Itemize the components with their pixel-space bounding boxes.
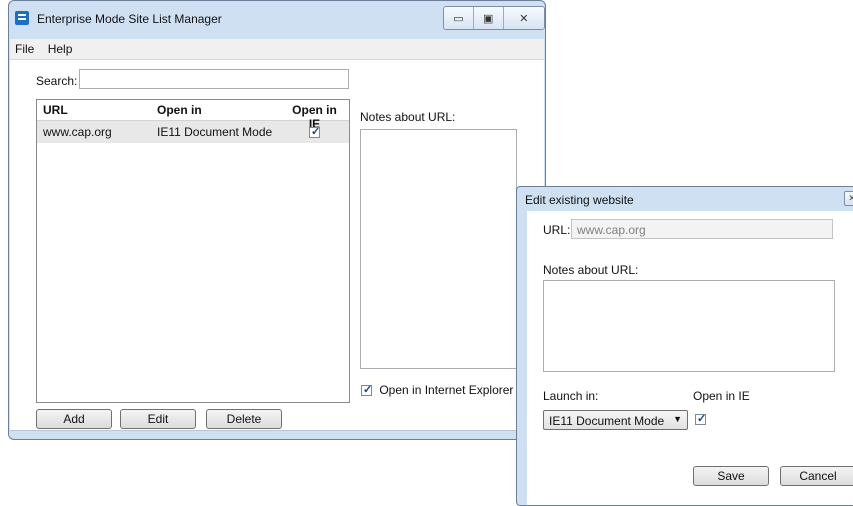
app-icon bbox=[15, 11, 29, 25]
table-row[interactable]: www.cap.org IE11 Document Mode bbox=[37, 121, 349, 143]
open-in-ie-label: Open in Internet Explorer bbox=[379, 383, 514, 397]
edit-button[interactable]: Edit bbox=[120, 409, 196, 429]
open-in-ie-option[interactable]: Open in Internet Explorer bbox=[361, 383, 513, 397]
main-client-area: Search: URL Open in Open in IE www.cap.o… bbox=[10, 60, 544, 431]
dialog-title: Edit existing website bbox=[525, 193, 634, 207]
cell-open-in: IE11 Document Mode bbox=[157, 125, 273, 139]
launch-in-label: Launch in: bbox=[543, 389, 599, 403]
notes-label: Notes about URL: bbox=[360, 110, 456, 124]
cancel-button[interactable]: Cancel bbox=[780, 466, 853, 486]
dialog-url-field: www.cap.org bbox=[571, 219, 833, 239]
notes-textarea[interactable] bbox=[360, 129, 517, 369]
window-title: Enterprise Mode Site List Manager bbox=[37, 12, 222, 26]
dropdown-arrow-icon: ▼ bbox=[673, 414, 682, 424]
search-input[interactable] bbox=[79, 69, 349, 89]
column-header-open-in-ie[interactable]: Open in IE bbox=[279, 100, 349, 131]
delete-button[interactable]: Delete bbox=[206, 409, 282, 429]
menu-help[interactable]: Help bbox=[43, 39, 78, 59]
menu-file[interactable]: File bbox=[10, 39, 39, 59]
menu-bar: File Help bbox=[10, 39, 544, 60]
row-open-in-ie-checkbox[interactable] bbox=[309, 125, 320, 139]
column-header-open-in[interactable]: Open in bbox=[151, 100, 279, 120]
maximize-button[interactable]: ▣ bbox=[473, 7, 504, 29]
cell-open-in-ie bbox=[279, 121, 349, 143]
dialog-close-button[interactable]: ✕ bbox=[844, 191, 853, 206]
save-button[interactable]: Save bbox=[693, 466, 769, 486]
close-button[interactable]: ✕ bbox=[503, 7, 544, 29]
site-list-table: URL Open in Open in IE www.cap.org IE11 … bbox=[36, 99, 350, 403]
main-titlebar[interactable]: Enterprise Mode Site List Manager ▭ ▣ ✕ bbox=[9, 1, 545, 39]
table-header: URL Open in Open in IE bbox=[37, 100, 349, 131]
launch-in-value: IE11 Document Mode bbox=[549, 414, 665, 428]
dialog-open-in-ie-checkbox[interactable] bbox=[695, 412, 706, 425]
cell-url: www.cap.org bbox=[43, 125, 112, 139]
dialog-url-label: URL: bbox=[543, 223, 571, 237]
dialog-notes-textarea[interactable] bbox=[543, 280, 835, 372]
search-label: Search: bbox=[36, 74, 78, 88]
window-controls: ▭ ▣ ✕ bbox=[443, 6, 545, 30]
column-header-url[interactable]: URL bbox=[37, 100, 151, 120]
dialog-client-area: URL: www.cap.org Notes about URL: Launch… bbox=[527, 211, 853, 505]
minimize-button[interactable]: ▭ bbox=[444, 7, 474, 29]
add-button[interactable]: Add bbox=[36, 409, 112, 429]
dialog-notes-label: Notes about URL: bbox=[543, 263, 639, 277]
edit-website-dialog: Edit existing website ✕ URL: www.cap.org… bbox=[516, 186, 853, 506]
open-in-ie-checkbox[interactable] bbox=[361, 383, 372, 397]
launch-in-dropdown[interactable]: IE11 Document Mode ▼ bbox=[543, 410, 688, 430]
site-list-manager-window: Enterprise Mode Site List Manager ▭ ▣ ✕ … bbox=[8, 0, 546, 440]
dialog-open-in-ie-label: Open in IE bbox=[693, 389, 750, 403]
